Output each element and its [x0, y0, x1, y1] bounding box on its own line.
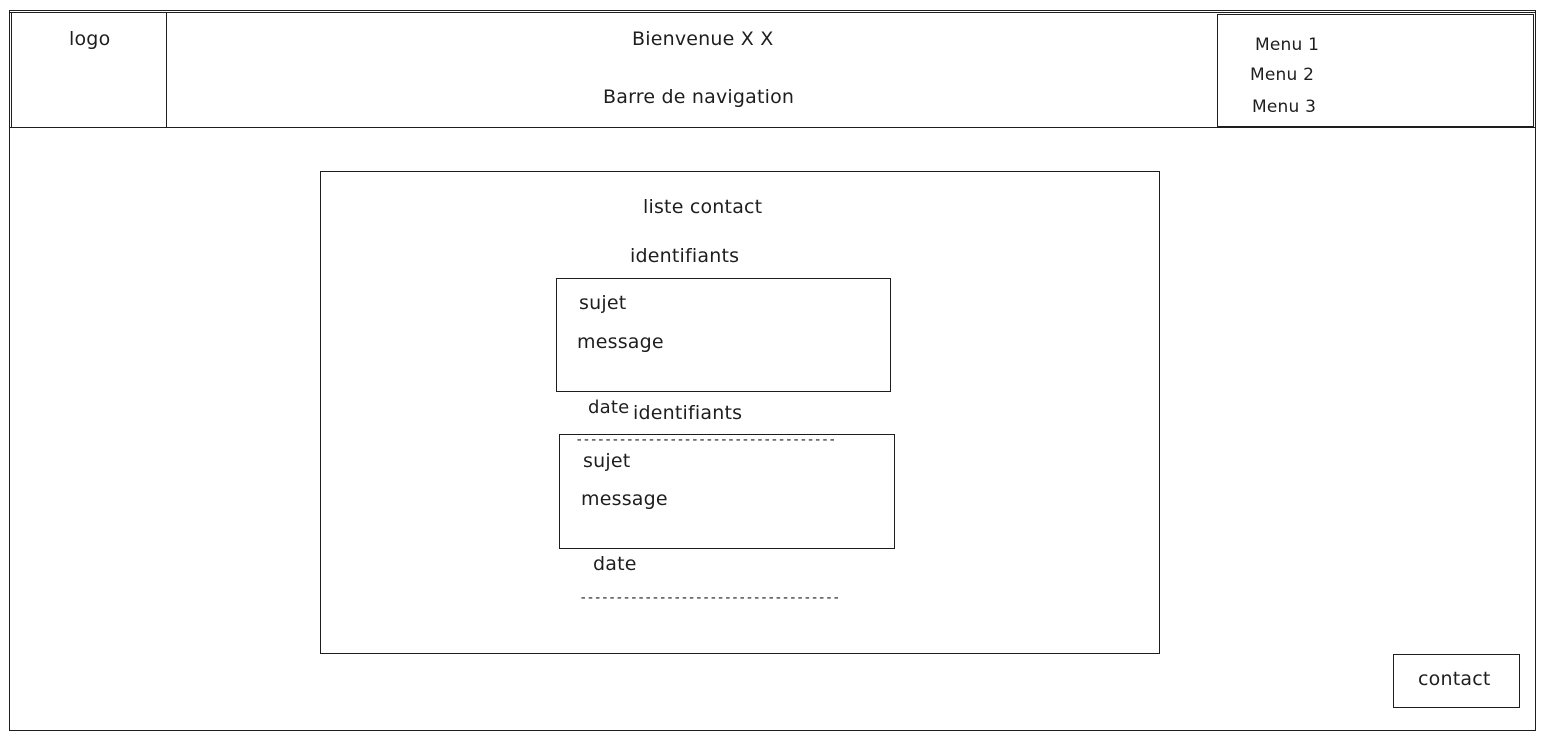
entry-subject: sujet [583, 450, 631, 472]
menu-item-1[interactable]: Menu 1 [1255, 35, 1319, 55]
entry-message: message [581, 488, 668, 510]
entry-message: message [577, 331, 664, 353]
entry-date: date [593, 553, 637, 575]
menu-item-3[interactable]: Menu 3 [1252, 97, 1316, 117]
navigation-bar-label: Barre de navigation [603, 86, 795, 108]
welcome-text: Bienvenue X X [632, 28, 774, 50]
entry-identifiants: identifiants [630, 245, 740, 267]
entry-subject: sujet [579, 292, 627, 314]
entry-separator: ------------------------------------ [579, 590, 840, 606]
contact-button-label[interactable]: contact [1418, 668, 1491, 690]
panel-title: liste contact [643, 196, 763, 218]
menu-item-2[interactable]: Menu 2 [1250, 65, 1314, 85]
logo[interactable]: logo [69, 28, 110, 50]
entry-identifiants: identifiants [633, 402, 743, 424]
entry-date: date [588, 397, 630, 418]
